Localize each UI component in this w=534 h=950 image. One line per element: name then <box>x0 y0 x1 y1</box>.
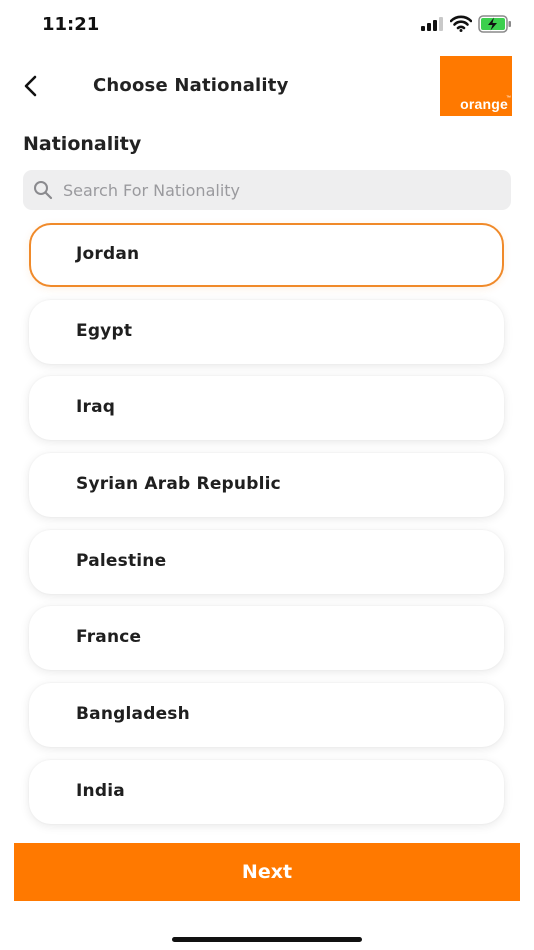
section-label: Nationality <box>23 133 142 155</box>
logo-trademark: ™ <box>506 95 511 101</box>
list-item-iraq[interactable]: Iraq <box>29 376 504 440</box>
home-indicator <box>172 937 362 942</box>
search-icon <box>34 181 53 200</box>
list-item-france[interactable]: France <box>29 606 504 670</box>
list-item-label: Iraq <box>76 397 116 417</box>
logo-text: orange <box>460 96 508 112</box>
status-time: 11:21 <box>42 14 100 35</box>
list-item-india[interactable]: India <box>29 760 504 824</box>
battery-charging-icon <box>478 15 511 33</box>
status-bar: 11:21 <box>0 0 534 52</box>
wifi-icon <box>450 15 472 32</box>
signal-icon <box>421 17 443 31</box>
orange-logo: orange ™ <box>440 56 512 116</box>
list-item-egypt[interactable]: Egypt <box>29 300 504 364</box>
list-item-label: Palestine <box>76 551 167 571</box>
list-item-label: Syrian Arab Republic <box>76 474 281 494</box>
list-item-label: Jordan <box>76 244 140 264</box>
page-title: Choose Nationality <box>93 75 289 96</box>
list-item-jordan[interactable]: Jordan <box>29 223 504 287</box>
chevron-left-icon <box>24 75 37 97</box>
list-item-syrian-arab-republic[interactable]: Syrian Arab Republic <box>29 453 504 517</box>
list-item-label: India <box>76 781 125 801</box>
list-item-label: France <box>76 627 142 647</box>
back-button[interactable] <box>16 71 46 101</box>
next-button[interactable]: Next <box>14 843 520 901</box>
list-item-label: Bangladesh <box>76 704 190 724</box>
search-box[interactable] <box>23 170 511 210</box>
list-item-bangladesh[interactable]: Bangladesh <box>29 683 504 747</box>
list-item-palestine[interactable]: Palestine <box>29 530 504 594</box>
search-input[interactable] <box>63 170 503 210</box>
list-item-label: Egypt <box>76 321 133 341</box>
